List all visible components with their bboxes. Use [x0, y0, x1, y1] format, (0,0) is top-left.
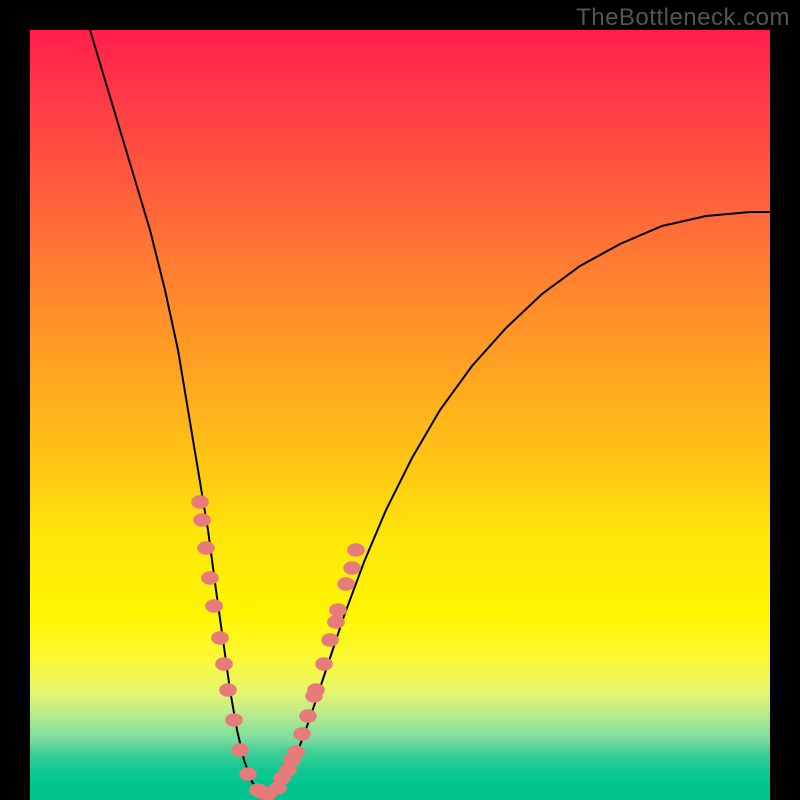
data-marker	[201, 571, 219, 585]
data-marker	[239, 767, 257, 781]
data-marker	[327, 615, 345, 629]
data-marker	[293, 727, 311, 741]
data-marker	[305, 689, 323, 703]
marker-layer	[191, 495, 365, 800]
curve-lines	[90, 30, 770, 796]
data-marker	[337, 577, 355, 591]
right-branch-line	[266, 212, 770, 796]
data-marker	[347, 543, 365, 557]
data-marker	[231, 743, 249, 757]
data-marker	[225, 713, 243, 727]
data-marker	[321, 633, 339, 647]
chart-frame: TheBottleneck.com	[0, 0, 800, 800]
data-marker	[343, 561, 361, 575]
data-marker	[329, 603, 347, 617]
data-marker	[283, 753, 301, 767]
data-marker	[193, 513, 211, 527]
plot-area	[30, 30, 770, 800]
data-marker	[299, 709, 317, 723]
data-marker	[215, 657, 233, 671]
data-marker	[197, 541, 215, 555]
data-marker	[205, 599, 223, 613]
curves-layer	[30, 30, 770, 800]
data-marker	[315, 657, 333, 671]
data-marker	[211, 631, 229, 645]
data-marker	[219, 683, 237, 697]
data-marker	[191, 495, 209, 509]
data-marker	[273, 771, 291, 785]
data-marker	[253, 785, 271, 799]
left-branch-line	[90, 30, 266, 796]
watermark-text: TheBottleneck.com	[576, 4, 790, 32]
